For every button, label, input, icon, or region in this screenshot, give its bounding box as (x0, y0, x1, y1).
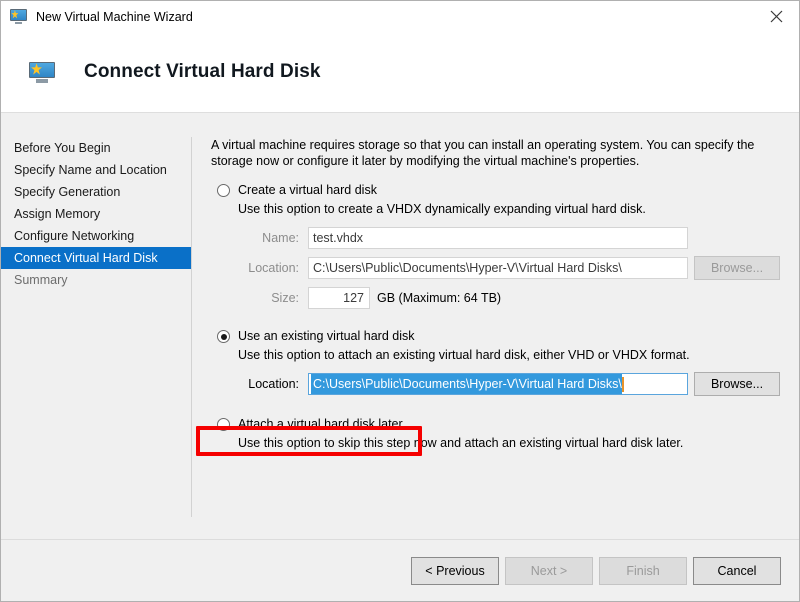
create-disk-fields: Name: test.vhdx Location: C:\Users\Publi… (238, 226, 784, 310)
previous-button[interactable]: < Previous (411, 556, 499, 585)
wizard-window: New Virtual Machine Wizard Connect Virtu… (0, 0, 800, 602)
sidebar-item-assign-memory[interactable]: Assign Memory (1, 203, 191, 225)
sidebar-item-specify-generation[interactable]: Specify Generation (1, 181, 191, 203)
footer-button-bar: < Previous Next > Finish Cancel (1, 539, 799, 601)
header-banner: Connect Virtual Hard Disk (1, 32, 799, 113)
radio-use-existing-virtual-hard-disk[interactable]: Use an existing virtual hard disk (211, 328, 784, 344)
text-caret (621, 376, 624, 392)
create-browse-button: Browse... (694, 256, 780, 280)
radio-create-virtual-hard-disk[interactable]: Create a virtual hard disk (211, 182, 784, 198)
wizard-steps-sidebar: Before You Begin Specify Name and Locati… (1, 113, 191, 539)
sidebar-item-summary[interactable]: Summary (1, 269, 191, 291)
radio-indicator[interactable] (217, 184, 230, 197)
sidebar-item-before-you-begin[interactable]: Before You Begin (1, 137, 191, 159)
radio-label: Create a virtual hard disk (238, 183, 377, 197)
radio-attach-later[interactable]: Attach a virtual hard disk later (211, 416, 784, 432)
window-title: New Virtual Machine Wizard (36, 9, 193, 24)
name-input: test.vhdx (308, 227, 688, 249)
sidebar-item-configure-networking[interactable]: Configure Networking (1, 225, 191, 247)
cancel-button[interactable]: Cancel (693, 556, 781, 585)
existing-location-value: C:\Users\Public\Documents\Hyper-V\Virtua… (311, 374, 622, 394)
radio-use-existing-description: Use this option to attach an existing vi… (238, 348, 690, 362)
virtual-machine-icon (29, 61, 55, 84)
size-label: Size: (271, 291, 299, 305)
radio-label: Use an existing virtual hard disk (238, 329, 415, 343)
wizard-body: Before You Begin Specify Name and Locati… (1, 113, 799, 539)
radio-indicator[interactable] (217, 330, 230, 343)
name-label: Name: (262, 231, 299, 245)
next-button: Next > (505, 556, 593, 585)
sidebar-item-connect-virtual-hard-disk[interactable]: Connect Virtual Hard Disk (1, 247, 191, 269)
create-location-label: Location: (248, 261, 299, 275)
size-field-row: Size: 127 GB (Maximum: 64 TB) (238, 286, 784, 310)
sidebar-item-specify-name-and-location[interactable]: Specify Name and Location (1, 159, 191, 181)
page-title: Connect Virtual Hard Disk (84, 61, 321, 82)
create-location-input: C:\Users\Public\Documents\Hyper-V\Virtua… (308, 257, 688, 279)
main-content: A virtual machine requires storage so th… (192, 113, 799, 539)
radio-indicator[interactable] (217, 418, 230, 431)
create-location-field-row: Location: C:\Users\Public\Documents\Hype… (238, 256, 784, 280)
existing-location-input[interactable]: C:\Users\Public\Documents\Hyper-V\Virtua… (308, 373, 688, 395)
size-input: 127 (308, 287, 370, 309)
size-units-label: GB (Maximum: 64 TB) (377, 291, 502, 305)
name-field-row: Name: test.vhdx (238, 226, 784, 250)
finish-button: Finish (599, 556, 687, 585)
existing-location-label: Location: (248, 377, 299, 391)
existing-browse-button[interactable]: Browse... (694, 372, 780, 396)
close-icon[interactable] (753, 1, 799, 32)
virtual-machine-icon (10, 8, 27, 25)
existing-disk-fields: Location: C:\Users\Public\Documents\Hype… (238, 372, 784, 396)
title-bar: New Virtual Machine Wizard (1, 1, 799, 32)
intro-text: A virtual machine requires storage so th… (211, 138, 755, 168)
existing-location-field-row: Location: C:\Users\Public\Documents\Hype… (238, 372, 784, 396)
radio-attach-later-description: Use this option to skip this step now an… (238, 436, 684, 450)
radio-create-description: Use this option to create a VHDX dynamic… (238, 202, 646, 216)
radio-label: Attach a virtual hard disk later (238, 417, 403, 431)
